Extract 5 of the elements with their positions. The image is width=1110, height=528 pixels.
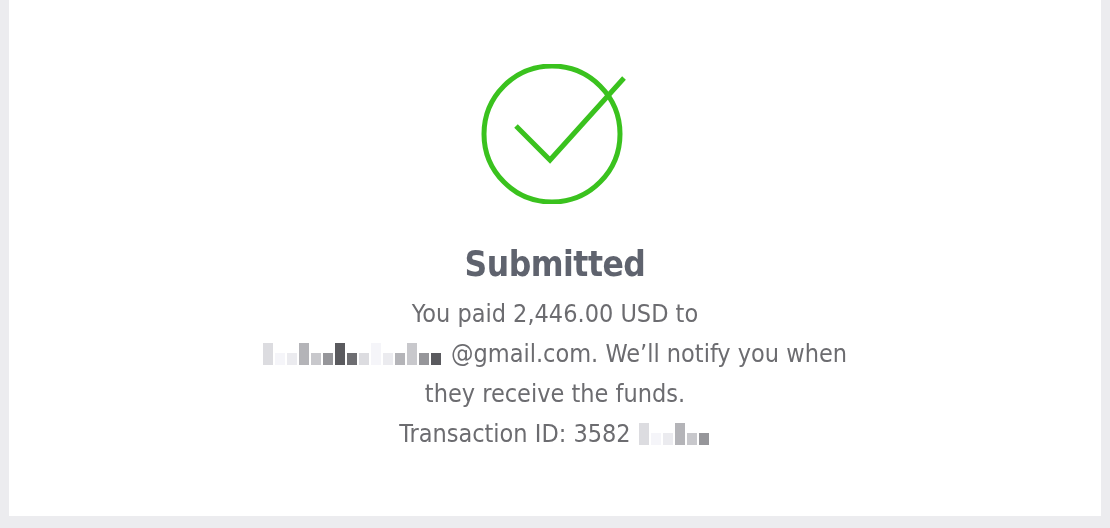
message-text: they receive the funds. — [424, 378, 686, 410]
message-text: @gmail.com. We’ll notify you when — [450, 338, 847, 370]
status-title: Submitted — [464, 244, 646, 284]
message-text: Transaction ID: 3582 — [399, 418, 631, 450]
message-text: You paid 2,446.00 USD to — [411, 298, 699, 330]
